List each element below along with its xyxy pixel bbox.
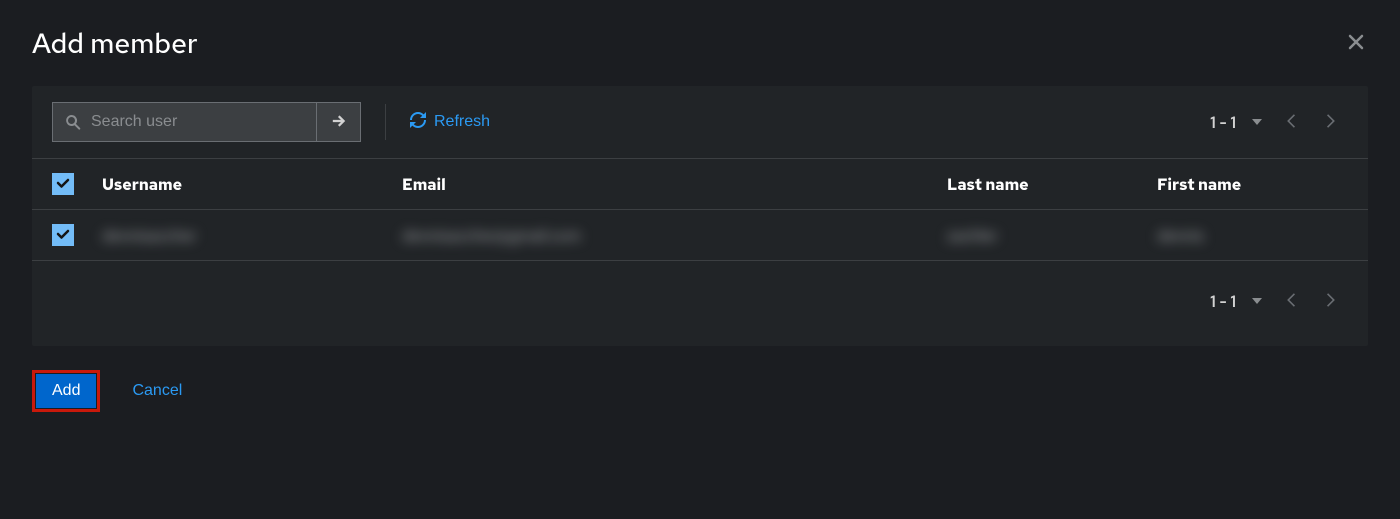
refresh-label: Refresh [434,113,490,131]
chevron-right-icon [1327,114,1336,131]
table-row[interactable]: dennisaccher dennisaccher@gmail.com zach… [32,210,1368,261]
page-dropdown[interactable] [1248,111,1266,134]
close-button[interactable] [1344,25,1368,61]
search-wrapper [52,102,317,142]
pagination-bottom-controls: 1 - 1 [1210,285,1348,318]
email-value: dennisaccher@gmail.com [402,225,581,246]
add-button[interactable]: Add [36,374,96,408]
header-firstname: First name [1157,174,1347,195]
header-email: Email [402,174,947,195]
search-input[interactable] [53,105,316,139]
arrow-right-icon [330,112,348,133]
chevron-left-icon [1286,293,1295,310]
cancel-button[interactable]: Cancel [116,374,198,408]
cell-firstname: dennis [1157,225,1347,246]
page-dropdown-bottom[interactable] [1248,290,1266,313]
check-icon [55,226,71,245]
refresh-icon [410,112,426,133]
cell-lastname: zachler [947,225,1157,246]
page-prev-button-bottom[interactable] [1274,285,1307,318]
header-check-cell [52,173,102,195]
header-username: Username [102,174,402,195]
caret-down-icon [1252,294,1262,309]
modal-footer: Add Cancel [32,370,1368,412]
chevron-right-icon [1327,293,1336,310]
close-icon [1348,29,1364,56]
row-checkbox[interactable] [52,224,74,246]
page-next-button-bottom[interactable] [1315,285,1348,318]
search-submit-button[interactable] [317,102,361,142]
pagination-top: 1 - 1 [1210,106,1348,139]
table-header-row: Username Email Last name First name [32,159,1368,210]
toolbar: Refresh 1 - 1 [32,86,1368,159]
pagination-bottom: 1 - 1 [32,261,1368,346]
modal-header: Add member [32,24,1368,62]
firstname-value: dennis [1157,225,1204,246]
caret-down-icon [1252,115,1262,130]
row-check-cell [52,224,102,246]
search-group [52,102,361,142]
page-next-button[interactable] [1315,106,1348,139]
add-button-highlight: Add [32,370,100,412]
search-icon [65,114,81,130]
lastname-value: zachler [947,225,998,246]
cell-username: dennisaccher [102,225,402,246]
page-range-bottom: 1 - 1 [1210,291,1236,312]
check-icon [55,175,71,194]
header-lastname: Last name [947,174,1157,195]
modal-title: Add member [32,24,197,62]
add-member-modal: Add member [0,0,1400,519]
page-prev-button[interactable] [1274,106,1307,139]
page-range: 1 - 1 [1210,112,1236,133]
content-panel: Refresh 1 - 1 [32,86,1368,346]
toolbar-divider [385,104,386,140]
username-value: dennisaccher [102,225,197,246]
refresh-button[interactable]: Refresh [410,112,490,133]
cell-email: dennisaccher@gmail.com [402,225,947,246]
select-all-checkbox[interactable] [52,173,74,195]
chevron-left-icon [1286,114,1295,131]
users-table: Username Email Last name First name denn… [32,159,1368,261]
